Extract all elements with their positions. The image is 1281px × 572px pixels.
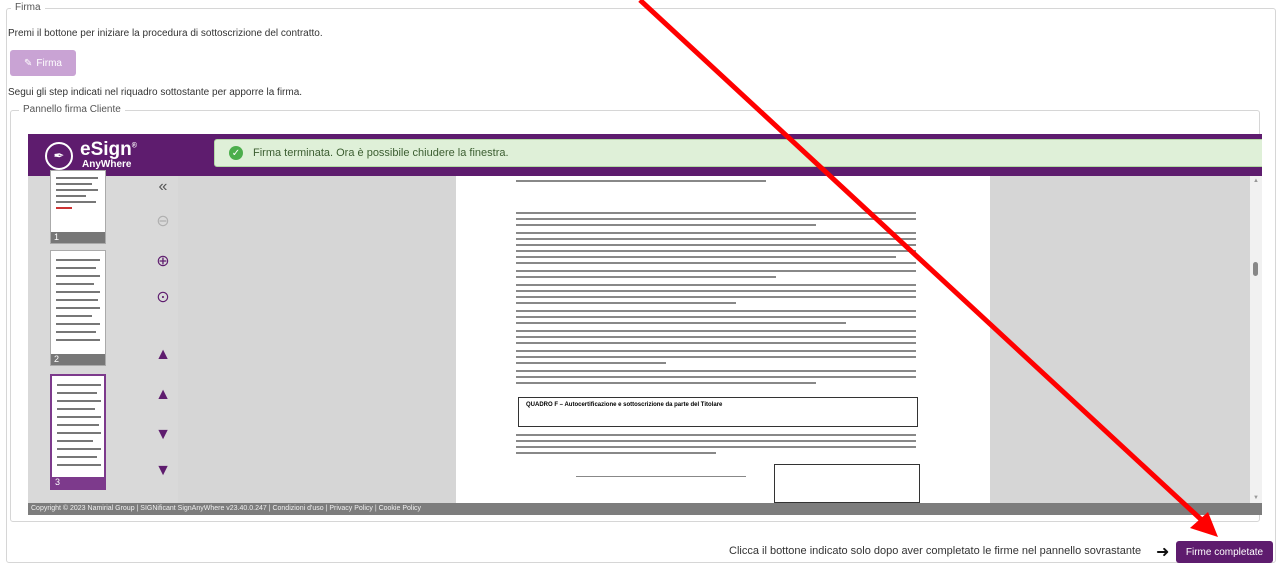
esign-footer: Copyright © 2023 Namirial Group | SIGNif… [28,503,1262,515]
signatures-completed-button[interactable]: Firme completate [1176,541,1273,563]
thumbnail-sidebar: 1 2 3 « ⊖ ⊕ ⊙ ▲ ▲ ▼ ▼ [28,170,178,503]
scrollbar-thumb[interactable] [1253,262,1258,276]
collapse-sidebar-icon[interactable]: « [154,178,172,196]
scroll-up-icon[interactable]: ▲ [1253,178,1259,184]
esign-viewer: ✒ eSign® AnyWhere 1 2 3 « ⊖ ⊕ ⊙ ▲ ▲ ▼ ▼ … [28,134,1262,515]
intro-text: Premi il bottone per iniziare la procedu… [8,28,323,39]
edit-icon: ✎ [24,57,33,69]
bottom-instruction: Clicca il bottone indicato solo dopo ave… [729,545,1142,557]
thumbnail-number: 1 [51,232,105,243]
document-scrollbar[interactable]: ▲ ▼ [1250,176,1262,503]
page-thumbnail[interactable]: 1 [50,170,106,244]
steps-text: Segui gli step indicati nel riquadro sot… [8,87,303,98]
document-page: QUADRO F – Autocertificazione e sottoscr… [456,176,990,503]
check-circle-icon: ✓ [229,146,243,160]
zoom-in-icon[interactable]: ⊕ [154,252,172,270]
firma-legend: Firma [11,2,45,13]
zoom-out-icon[interactable]: ⊖ [154,212,172,230]
arrow-right-icon: ➜ [1156,544,1170,561]
scroll-down-icon[interactable]: ▼ [1253,495,1259,501]
firma-button[interactable]: ✎ Firma [10,50,76,76]
page-section-title: QUADRO F – Autocertificazione e sottoscr… [526,402,723,408]
viewer-toolbar: « ⊖ ⊕ ⊙ ▲ ▲ ▼ ▼ [148,176,178,503]
document-area[interactable]: QUADRO F – Autocertificazione e sottoscr… [178,176,1262,503]
esign-logo-icon: ✒ [45,142,73,170]
previous-page-icon[interactable]: ▲ [154,386,172,404]
next-page-icon[interactable]: ▼ [154,426,172,444]
esign-logo-subtitle: AnyWhere [82,159,132,170]
page-thumbnail-selected[interactable]: 3 [50,374,106,490]
thumbnail-number: 3 [52,477,104,488]
last-page-icon[interactable]: ▼ [154,462,172,480]
thumbnail-number: 2 [51,354,105,365]
firma-button-label: Firma [36,57,62,69]
success-notification: ✓ Firma terminata. Ora è possibile chiud… [214,139,1262,167]
thumbnail-list: 1 2 3 [46,170,136,496]
notification-text: Firma terminata. Ora è possibile chiuder… [253,147,509,159]
signature-panel-legend: Pannello firma Cliente [19,104,125,115]
page-thumbnail[interactable]: 2 [50,250,106,366]
fit-page-icon[interactable]: ⊙ [154,288,172,306]
signature-panel-fieldset: Pannello firma Cliente ✒ eSign® AnyWhere… [10,104,1262,522]
esign-logo-title: eSign® [80,139,137,160]
first-page-icon[interactable]: ▲ [154,346,172,364]
